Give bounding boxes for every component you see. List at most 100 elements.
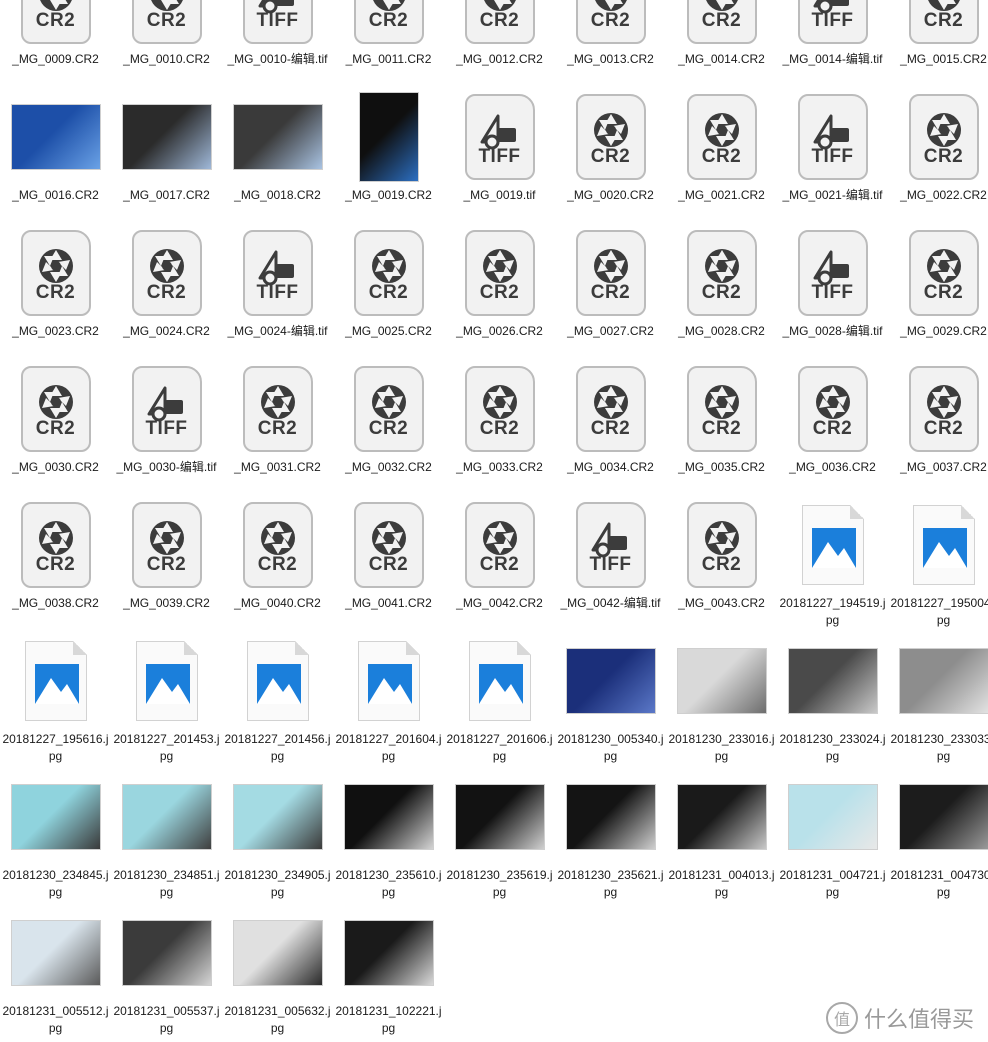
file-item[interactable]: TIFF _MG_0014-编辑.tif — [777, 0, 888, 87]
file-extension-label: TIFF — [811, 282, 854, 303]
file-item[interactable]: CR2 _MG_0024.CR2 — [111, 223, 222, 359]
photo-thumbnail — [117, 767, 217, 867]
cr2-file-icon: CR2 — [339, 495, 439, 595]
file-item[interactable]: 20181227_201606.jpg — [444, 631, 555, 767]
file-item[interactable]: 20181231_004721.jpg — [777, 767, 888, 903]
file-item[interactable]: 20181231_102221.jpg — [333, 903, 444, 1039]
file-name-label: _MG_0014.CR2 — [678, 52, 765, 66]
file-item[interactable]: CR2 _MG_0030.CR2 — [0, 359, 111, 495]
file-item[interactable]: CR2 _MG_0040.CR2 — [222, 495, 333, 631]
file-item[interactable]: _MG_0017.CR2 — [111, 87, 222, 223]
file-item[interactable]: CR2 _MG_0031.CR2 — [222, 359, 333, 495]
file-extension-label: CR2 — [479, 554, 520, 575]
file-name-label: _MG_0011.CR2 — [345, 52, 432, 66]
file-item[interactable]: CR2 _MG_0009.CR2 — [0, 0, 111, 87]
file-item[interactable]: CR2 _MG_0032.CR2 — [333, 359, 444, 495]
camera-aperture-icon: CR2 — [20, 230, 91, 316]
file-item[interactable]: 20181227_195004.jpg — [888, 495, 988, 631]
file-item[interactable]: TIFF _MG_0042-编辑.tif — [555, 495, 666, 631]
file-item[interactable]: 20181230_235621.jpg — [555, 767, 666, 903]
file-item[interactable]: 20181230_235610.jpg — [333, 767, 444, 903]
file-item[interactable]: CR2 _MG_0025.CR2 — [333, 223, 444, 359]
image-shapes-icon: TIFF — [575, 502, 646, 588]
file-item[interactable]: TIFF _MG_0030-编辑.tif — [111, 359, 222, 495]
file-item[interactable]: CR2 _MG_0038.CR2 — [0, 495, 111, 631]
file-item[interactable]: CR2 _MG_0034.CR2 — [555, 359, 666, 495]
file-item[interactable]: CR2 _MG_0043.CR2 — [666, 495, 777, 631]
cr2-file-icon: CR2 — [672, 495, 772, 595]
file-item[interactable]: CR2 _MG_0039.CR2 — [111, 495, 222, 631]
file-item[interactable]: 20181231_004730.jpg — [888, 767, 988, 903]
file-item[interactable]: 20181230_233016.jpg — [666, 631, 777, 767]
file-extension-label: CR2 — [590, 418, 631, 439]
file-item[interactable]: _MG_0019.CR2 — [333, 87, 444, 223]
file-extension-label: CR2 — [923, 10, 964, 31]
file-item[interactable]: CR2 _MG_0041.CR2 — [333, 495, 444, 631]
photo-thumbnail — [783, 631, 883, 731]
file-item[interactable]: 20181231_004013.jpg — [666, 767, 777, 903]
cr2-file-icon: CR2 — [894, 0, 988, 51]
file-extension-label: CR2 — [257, 418, 298, 439]
picture-icon — [468, 641, 531, 721]
file-item[interactable]: CR2 _MG_0023.CR2 — [0, 223, 111, 359]
file-item[interactable]: 20181227_194519.jpg — [777, 495, 888, 631]
photo-thumbnail — [561, 767, 661, 867]
file-item[interactable]: TIFF _MG_0021-编辑.tif — [777, 87, 888, 223]
image-shapes-icon: TIFF — [797, 0, 868, 44]
file-name-label: _MG_0028-编辑.tif — [782, 324, 883, 338]
file-item[interactable]: 20181227_201456.jpg — [222, 631, 333, 767]
file-item[interactable]: 20181230_005340.jpg — [555, 631, 666, 767]
file-item[interactable]: CR2 _MG_0027.CR2 — [555, 223, 666, 359]
cr2-file-icon: CR2 — [339, 0, 439, 51]
file-name-label: 20181230_234845.jpg — [2, 868, 109, 899]
file-item[interactable]: CR2 _MG_0015.CR2 — [888, 0, 988, 87]
file-item[interactable]: 20181227_195616.jpg — [0, 631, 111, 767]
file-item[interactable]: _MG_0018.CR2 — [222, 87, 333, 223]
file-item[interactable]: 20181230_234845.jpg — [0, 767, 111, 903]
file-item[interactable]: 20181227_201604.jpg — [333, 631, 444, 767]
file-item[interactable]: CR2 _MG_0042.CR2 — [444, 495, 555, 631]
file-item[interactable]: TIFF _MG_0028-编辑.tif — [777, 223, 888, 359]
file-item[interactable]: TIFF _MG_0010-编辑.tif — [222, 0, 333, 87]
file-name-label: 20181231_004730.jpg — [890, 868, 988, 899]
file-item[interactable]: _MG_0016.CR2 — [0, 87, 111, 223]
file-item[interactable]: 20181231_005632.jpg — [222, 903, 333, 1039]
cr2-file-icon: CR2 — [450, 223, 550, 323]
file-item[interactable]: CR2 _MG_0020.CR2 — [555, 87, 666, 223]
file-item[interactable]: 20181230_233024.jpg — [777, 631, 888, 767]
file-item[interactable]: 20181227_201453.jpg — [111, 631, 222, 767]
file-item[interactable]: 20181230_235619.jpg — [444, 767, 555, 903]
file-item[interactable]: TIFF _MG_0019.tif — [444, 87, 555, 223]
cr2-file-icon: CR2 — [117, 495, 217, 595]
file-item[interactable]: CR2 _MG_0010.CR2 — [111, 0, 222, 87]
file-name-label: _MG_0028.CR2 — [678, 324, 765, 338]
file-item[interactable]: CR2 _MG_0021.CR2 — [666, 87, 777, 223]
cr2-file-icon: CR2 — [894, 223, 988, 323]
cr2-file-icon: CR2 — [6, 359, 106, 459]
file-item[interactable]: 20181230_234905.jpg — [222, 767, 333, 903]
file-item[interactable]: CR2 _MG_0011.CR2 — [333, 0, 444, 87]
file-item[interactable]: 20181231_005512.jpg — [0, 903, 111, 1039]
file-item[interactable]: 20181230_234851.jpg — [111, 767, 222, 903]
file-item[interactable]: CR2 _MG_0012.CR2 — [444, 0, 555, 87]
file-extension-label: CR2 — [479, 282, 520, 303]
file-item[interactable]: TIFF _MG_0024-编辑.tif — [222, 223, 333, 359]
file-item[interactable]: CR2 _MG_0033.CR2 — [444, 359, 555, 495]
file-item[interactable]: 20181230_233033.jpg — [888, 631, 988, 767]
file-name-label: 20181231_102221.jpg — [335, 1004, 442, 1035]
file-item[interactable]: CR2 _MG_0026.CR2 — [444, 223, 555, 359]
image-shapes-icon: TIFF — [797, 94, 868, 180]
file-item[interactable]: CR2 _MG_0029.CR2 — [888, 223, 988, 359]
file-item[interactable]: CR2 _MG_0036.CR2 — [777, 359, 888, 495]
file-item[interactable]: CR2 _MG_0022.CR2 — [888, 87, 988, 223]
cr2-file-icon: CR2 — [561, 0, 661, 51]
file-item[interactable]: CR2 _MG_0014.CR2 — [666, 0, 777, 87]
file-item[interactable]: CR2 _MG_0028.CR2 — [666, 223, 777, 359]
file-item[interactable]: 20181231_005537.jpg — [111, 903, 222, 1039]
photo-thumbnail — [339, 767, 439, 867]
file-item[interactable]: CR2 _MG_0037.CR2 — [888, 359, 988, 495]
file-item[interactable]: CR2 _MG_0035.CR2 — [666, 359, 777, 495]
jpg-file-icon — [117, 631, 217, 731]
file-name-label: _MG_0030.CR2 — [12, 460, 99, 474]
file-item[interactable]: CR2 _MG_0013.CR2 — [555, 0, 666, 87]
